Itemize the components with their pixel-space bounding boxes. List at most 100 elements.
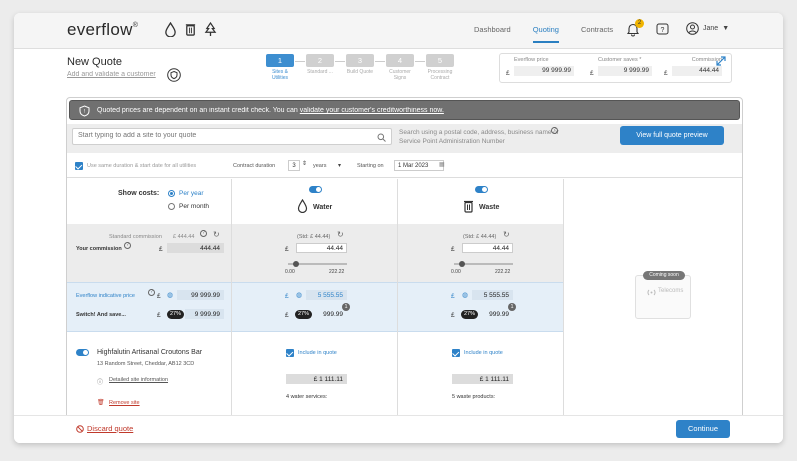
refresh-icon[interactable]: ↻ xyxy=(213,230,220,239)
nav-dashboard[interactable]: Dashboard xyxy=(474,25,511,43)
site-name: Highfalutin Artisanal Croutons Bar xyxy=(97,349,203,356)
per-year-radio[interactable] xyxy=(168,190,175,197)
credit-check-notice: ! Quoted prices are dependent on an inst… xyxy=(69,100,740,120)
std-commission-value: £ 444.44 xyxy=(173,234,195,240)
everflow-drop-icon: ◍ xyxy=(167,292,174,299)
site-address: 13 Random Street, Cheddar, AB12 3CD xyxy=(97,361,195,367)
summary-customer-saves: Customer saves * £ 9 999.99 xyxy=(590,57,652,77)
currency-symbol: £ xyxy=(451,246,455,253)
info-icon: ⓘ xyxy=(97,380,104,386)
svg-text:!: ! xyxy=(84,109,85,115)
water-include-checkbox[interactable] xyxy=(286,349,294,357)
show-costs-label: Show costs: xyxy=(118,190,160,197)
shield-icon: ! xyxy=(79,105,90,117)
water-slider-max: 222.22 xyxy=(329,269,345,275)
nav-contracts[interactable]: Contracts xyxy=(581,25,613,43)
your-commission-label: Your commission xyxy=(76,246,122,252)
switch-save-field: 9 999.99 xyxy=(185,309,224,319)
summary-commission: Commission £ 444.44 xyxy=(664,57,722,77)
step-5[interactable]: 5 Processing Contract xyxy=(425,54,455,81)
help-icon[interactable]: ? xyxy=(551,127,558,134)
help-icon[interactable]: ? xyxy=(124,242,131,249)
help-icon[interactable]: ? xyxy=(148,289,155,296)
water-column xyxy=(232,179,398,426)
water-amount-field: £ 1 111.11 xyxy=(286,374,347,384)
duration-input[interactable]: 3 xyxy=(288,160,300,171)
water-include-label[interactable]: Include in quote xyxy=(298,350,337,356)
step-3[interactable]: 3 Build Quote xyxy=(345,54,375,75)
currency-symbol: £ xyxy=(285,293,289,300)
water-drop-icon xyxy=(165,22,176,37)
refresh-icon[interactable]: ↻ xyxy=(503,230,510,239)
currency-symbol: £ xyxy=(451,312,455,319)
start-date-input[interactable]: 1 Mar 2023 xyxy=(394,160,444,171)
waste-include-checkbox[interactable] xyxy=(452,349,460,357)
stepper-icon[interactable]: ⇕ xyxy=(302,160,307,167)
help-icon[interactable]: ? xyxy=(656,23,669,36)
water-services-label: 4 water services: xyxy=(286,394,328,400)
bin-icon xyxy=(185,24,196,36)
utility-icons xyxy=(164,22,217,37)
step-1[interactable]: 1 Sites & Utilities xyxy=(265,54,295,81)
savings-percent-badge: 27% xyxy=(167,310,184,319)
water-slider-thumb[interactable] xyxy=(293,261,299,267)
validate-credit-link[interactable]: validate your customer's creditworthines… xyxy=(300,107,444,114)
waste-slider-min: 0.00 xyxy=(451,269,461,275)
step-4[interactable]: 4 Customer Signs xyxy=(385,54,415,81)
site-search-input[interactable] xyxy=(78,132,368,139)
search-icon[interactable] xyxy=(377,133,386,142)
progress-steps: 1 Sites & Utilities 2 Standard ... 3 Build … xyxy=(265,54,455,81)
summary-everflow-price: Everflow price £ 99 999.99 xyxy=(506,57,574,77)
page-title: New Quote xyxy=(67,56,123,68)
discard-quote-link[interactable]: Discard quote xyxy=(76,424,133,433)
currency-symbol: £ xyxy=(285,246,289,253)
telecoms-card: Coming soon Telecoms xyxy=(635,271,691,319)
main-nav: Dashboard Quoting Contracts xyxy=(474,25,635,43)
duration-unit-select[interactable]: years xyxy=(313,163,326,169)
help-icon[interactable]: ? xyxy=(200,230,207,237)
waste-savings-badge: 27% xyxy=(461,310,478,319)
notice-text: Quoted prices are dependent on an instan… xyxy=(97,107,298,114)
waste-slider-thumb[interactable] xyxy=(459,261,465,267)
app-window: everflow® Dashboard Quoting Contracts 2 … xyxy=(14,13,783,443)
expand-icon[interactable] xyxy=(716,56,726,66)
currency-symbol: £ xyxy=(451,293,455,300)
start-date-label: Starting on xyxy=(357,163,384,169)
site-toggle[interactable] xyxy=(76,349,89,356)
info-icon[interactable]: 1 xyxy=(342,303,350,311)
chevron-down-icon: ▼ xyxy=(722,25,730,32)
add-customer-link[interactable]: Add and validate a customer xyxy=(67,71,156,78)
your-commission-field[interactable]: 444.44 xyxy=(167,243,224,253)
same-duration-checkbox[interactable] xyxy=(75,162,83,170)
detailed-site-info-link[interactable]: Detailed site information xyxy=(109,377,168,383)
waste-toggle[interactable] xyxy=(475,186,488,193)
refresh-icon[interactable]: ↻ xyxy=(337,230,344,239)
chevron-down-icon[interactable]: ▾ xyxy=(338,162,341,169)
waste-services-label: 5 waste products: xyxy=(452,394,496,400)
per-month-label[interactable]: Per month xyxy=(179,203,209,210)
water-savings-badge: 27% xyxy=(295,310,312,319)
continue-button[interactable]: Continue xyxy=(676,420,730,438)
water-toggle[interactable] xyxy=(309,186,322,193)
waste-slider-max: 222.22 xyxy=(495,269,511,275)
user-name: Jane xyxy=(703,25,719,32)
everflow-logo[interactable]: everflow® xyxy=(67,20,138,40)
per-year-label[interactable]: Per year xyxy=(179,190,204,197)
remove-site-link[interactable]: Remove site xyxy=(109,400,140,406)
site-search[interactable] xyxy=(72,128,392,145)
label-column xyxy=(67,179,232,426)
waste-include-label[interactable]: Include in quote xyxy=(464,350,503,356)
info-icon[interactable]: 1 xyxy=(508,303,516,311)
step-2[interactable]: 2 Standard ... xyxy=(305,54,335,75)
currency-symbol: £ xyxy=(157,293,161,300)
per-month-radio[interactable] xyxy=(168,203,175,210)
view-quote-preview-button[interactable]: View full quote preview xyxy=(620,126,724,145)
waste-commission-input[interactable]: 44.44 xyxy=(462,243,513,253)
shield-icon[interactable] xyxy=(167,68,181,82)
nav-quoting[interactable]: Quoting xyxy=(532,25,559,43)
calendar-icon[interactable]: ▦ xyxy=(439,161,445,168)
svg-text:?: ? xyxy=(661,27,665,34)
water-commission-input[interactable]: 44.44 xyxy=(296,243,347,253)
user-menu[interactable]: Jane ▼ xyxy=(686,22,729,35)
indicative-price-label: Everflow indicative price xyxy=(76,293,135,299)
